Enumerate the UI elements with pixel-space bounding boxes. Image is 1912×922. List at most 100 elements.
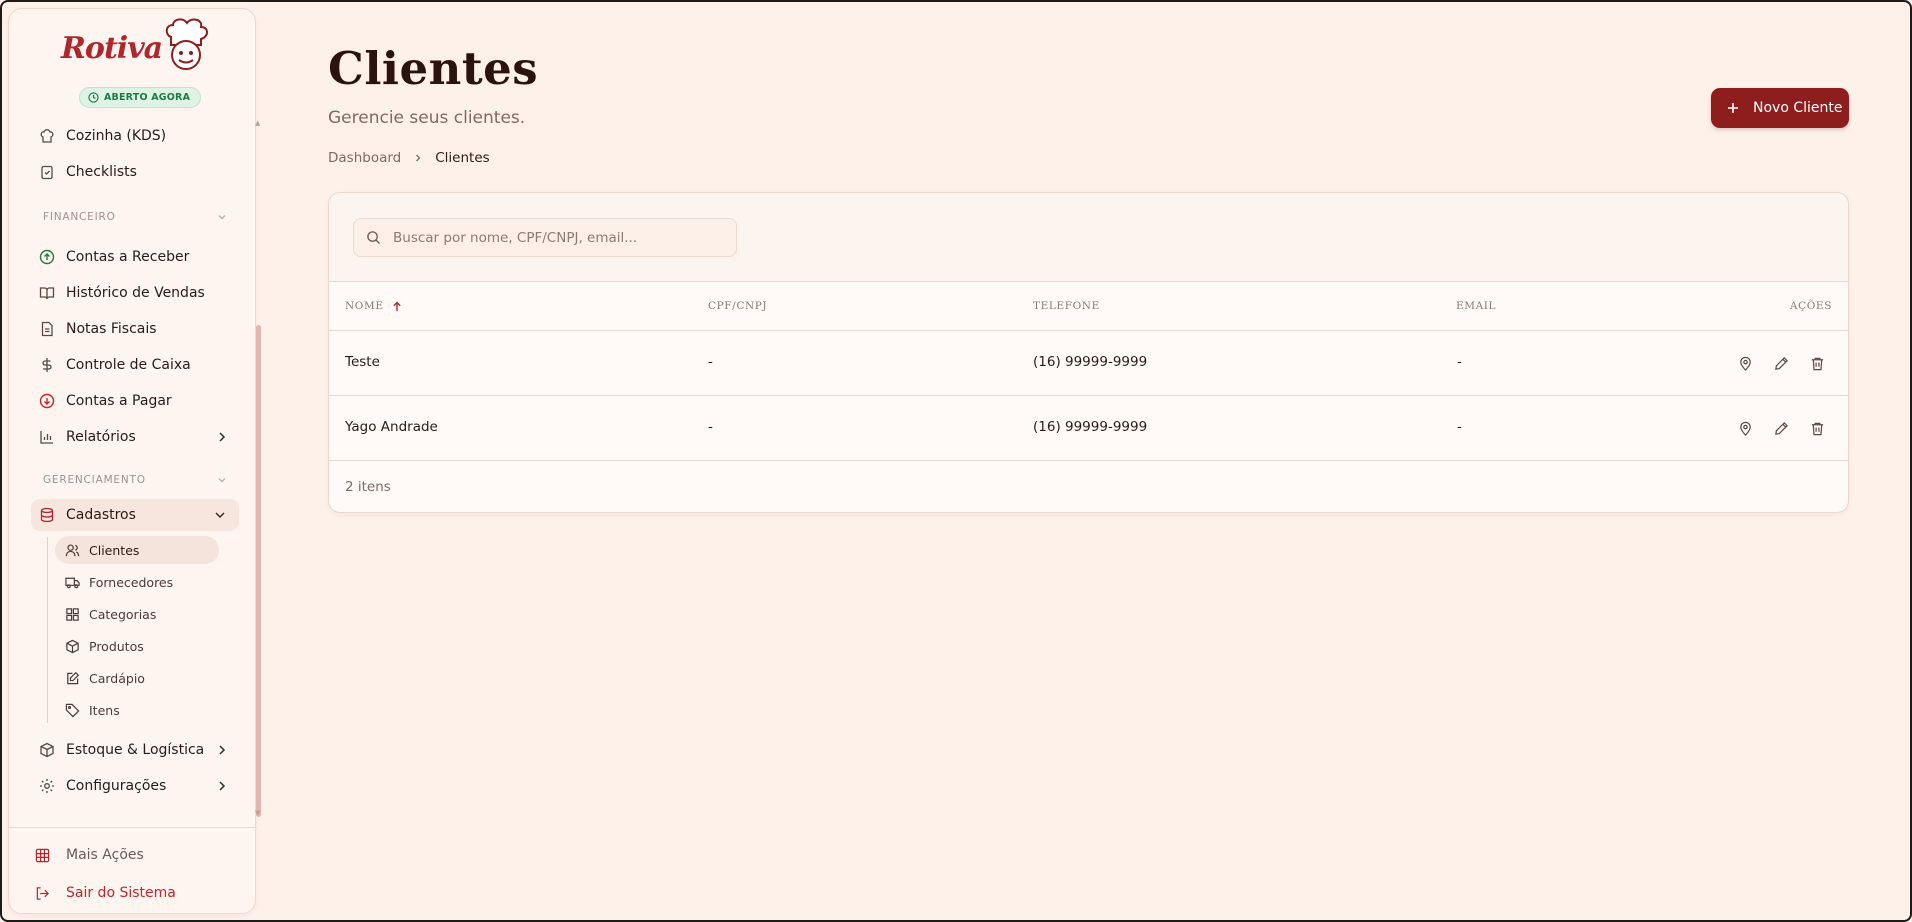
- scroll-down-arrow[interactable]: ▼: [255, 809, 260, 817]
- package-icon: [66, 639, 79, 653]
- edit-square-icon: [67, 671, 80, 684]
- sidebar-item-cozinha[interactable]: Cozinha (KDS): [31, 121, 241, 151]
- cell-telefone: (16) 99999-9999: [1033, 419, 1148, 435]
- trash-icon[interactable]: [1808, 419, 1826, 437]
- sidebar-item-controle-caixa[interactable]: Controle de Caixa: [31, 350, 241, 380]
- chevron-down-icon[interactable]: [217, 212, 227, 222]
- chevron-right-icon: [219, 745, 226, 755]
- sidebar-item-relatorios[interactable]: Relatórios: [31, 422, 241, 452]
- table-row[interactable]: Yago Andrade - (16) 99999-9999 -: [329, 396, 1848, 461]
- sort-ascending-icon: [392, 301, 401, 311]
- sidebar-scrollbar[interactable]: [256, 325, 261, 817]
- cell-email: -: [1457, 354, 1462, 370]
- sidebar-subitem-produtos[interactable]: Produtos: [55, 632, 219, 660]
- logout-button[interactable]: Sair do Sistema: [35, 885, 176, 901]
- chevron-right-icon: [219, 432, 226, 442]
- row-actions: [1736, 354, 1826, 372]
- column-header-label: TELEFONE: [1033, 300, 1100, 312]
- sidebar-item-configuracoes[interactable]: Configurações: [31, 771, 241, 801]
- breadcrumb-dashboard[interactable]: Dashboard: [328, 150, 401, 166]
- sidebar-item-label: Histórico de Vendas: [66, 285, 205, 301]
- truck-icon: [65, 577, 80, 588]
- search-input[interactable]: [393, 229, 713, 246]
- sidebar-subitem-cardapio[interactable]: Cardápio: [55, 664, 219, 692]
- edit-pencil-icon[interactable]: [1772, 419, 1790, 437]
- sidebar: Rotiva ABERTO AGORA ▲ ▼ Cozinha (KDS) Ch…: [8, 8, 261, 914]
- map-pin-icon[interactable]: [1736, 354, 1754, 372]
- box-icon: [39, 742, 55, 758]
- column-header-label: AÇÕES: [1789, 300, 1832, 312]
- sidebar-item-contas-pagar[interactable]: Contas a Pagar: [31, 386, 241, 416]
- clock-icon: [88, 92, 99, 103]
- map-pin-icon[interactable]: [1736, 419, 1754, 437]
- chevron-right-icon: [416, 154, 421, 162]
- sidebar-subitem-label: Cardápio: [89, 670, 145, 686]
- sidebar-item-contas-receber[interactable]: Contas a Receber: [31, 242, 241, 272]
- column-header-label: EMAIL: [1456, 300, 1497, 312]
- column-header-label: NOME: [345, 300, 384, 312]
- clipboard-check-icon: [39, 164, 55, 180]
- edit-pencil-icon[interactable]: [1772, 354, 1790, 372]
- column-header-cpf[interactable]: CPF/CNPJ: [708, 300, 767, 312]
- sidebar-item-label: Configurações: [66, 778, 167, 794]
- table-row[interactable]: Teste - (16) 99999-9999 -: [329, 331, 1848, 396]
- sidebar-subitem-itens[interactable]: Itens: [55, 696, 219, 724]
- status-text: ABERTO AGORA: [104, 92, 191, 103]
- users-icon: [65, 543, 80, 556]
- section-label-financeiro: FINANCEIRO: [43, 211, 116, 223]
- book-open-icon: [39, 285, 55, 301]
- sidebar-subitem-label: Clientes: [89, 542, 140, 558]
- breadcrumb: Dashboard Clientes: [328, 150, 490, 166]
- tag-icon: [65, 703, 80, 717]
- arrow-up-circle-icon: [39, 249, 55, 265]
- cell-telefone: (16) 99999-9999: [1033, 354, 1148, 370]
- new-client-button[interactable]: Novo Cliente: [1711, 88, 1849, 128]
- sidebar-subitem-clientes[interactable]: Clientes: [55, 536, 219, 564]
- trash-icon[interactable]: [1808, 354, 1826, 372]
- sidebar-subitem-categorias[interactable]: Categorias: [55, 600, 219, 628]
- cell-cpf: -: [708, 419, 713, 435]
- new-client-label: Novo Cliente: [1753, 100, 1843, 116]
- status-badge: ABERTO AGORA: [79, 87, 202, 108]
- grid-icon: [35, 848, 50, 862]
- scroll-up-arrow[interactable]: ▲: [255, 119, 260, 127]
- sidebar-item-label: Contas a Receber: [66, 249, 190, 265]
- chef-mascot-icon: [165, 18, 208, 70]
- sidebar-item-notas-fiscais[interactable]: Notas Fiscais: [31, 314, 241, 344]
- sidebar-item-estoque[interactable]: Estoque & Logística: [31, 735, 241, 765]
- cell-nome: Teste: [345, 354, 380, 370]
- row-actions: [1736, 419, 1826, 437]
- database-icon: [39, 507, 55, 523]
- column-header-telefone[interactable]: TELEFONE: [1033, 300, 1100, 312]
- chef-hat-icon: [39, 128, 55, 144]
- sidebar-item-label: Contas a Pagar: [66, 393, 172, 409]
- search-box[interactable]: [353, 218, 737, 257]
- sidebar-item-label: Estoque & Logística: [66, 742, 205, 758]
- chevron-down-icon: [215, 512, 225, 519]
- search-icon: [367, 231, 381, 245]
- plus-icon: [1728, 103, 1738, 113]
- sidebar-divider: [9, 827, 257, 828]
- sidebar-subitem-label: Fornecedores: [89, 574, 174, 590]
- column-header-label: CPF/CNPJ: [708, 300, 768, 312]
- sidebar-subitem-fornecedores[interactable]: Fornecedores: [55, 568, 219, 596]
- sidebar-item-label: Cadastros: [66, 507, 136, 523]
- submenu-guide-line: [47, 537, 48, 723]
- item-count: 2 itens: [345, 479, 391, 495]
- cell-nome: Yago Andrade: [345, 419, 438, 435]
- sidebar-item-cadastros[interactable]: Cadastros: [31, 499, 239, 531]
- sidebar-item-label: Controle de Caixa: [66, 357, 191, 373]
- chevron-right-icon: [219, 781, 226, 791]
- table-header: NOME CPF/CNPJ TELEFONE EMAIL AÇÕES: [329, 282, 1848, 331]
- column-header-nome[interactable]: NOME: [345, 300, 402, 312]
- bar-chart-icon: [39, 429, 55, 445]
- cell-email: -: [1457, 419, 1462, 435]
- section-label-gerenciamento: GERENCIAMENTO: [43, 474, 146, 486]
- sidebar-subitem-label: Categorias: [89, 606, 157, 622]
- more-actions-label: Mais Ações: [66, 847, 144, 863]
- sidebar-item-checklists[interactable]: Checklists: [31, 157, 241, 187]
- more-actions-button[interactable]: Mais Ações: [35, 847, 144, 863]
- column-header-email[interactable]: EMAIL: [1456, 300, 1496, 312]
- chevron-down-icon[interactable]: [217, 475, 227, 485]
- sidebar-item-historico-vendas[interactable]: Histórico de Vendas: [31, 278, 241, 308]
